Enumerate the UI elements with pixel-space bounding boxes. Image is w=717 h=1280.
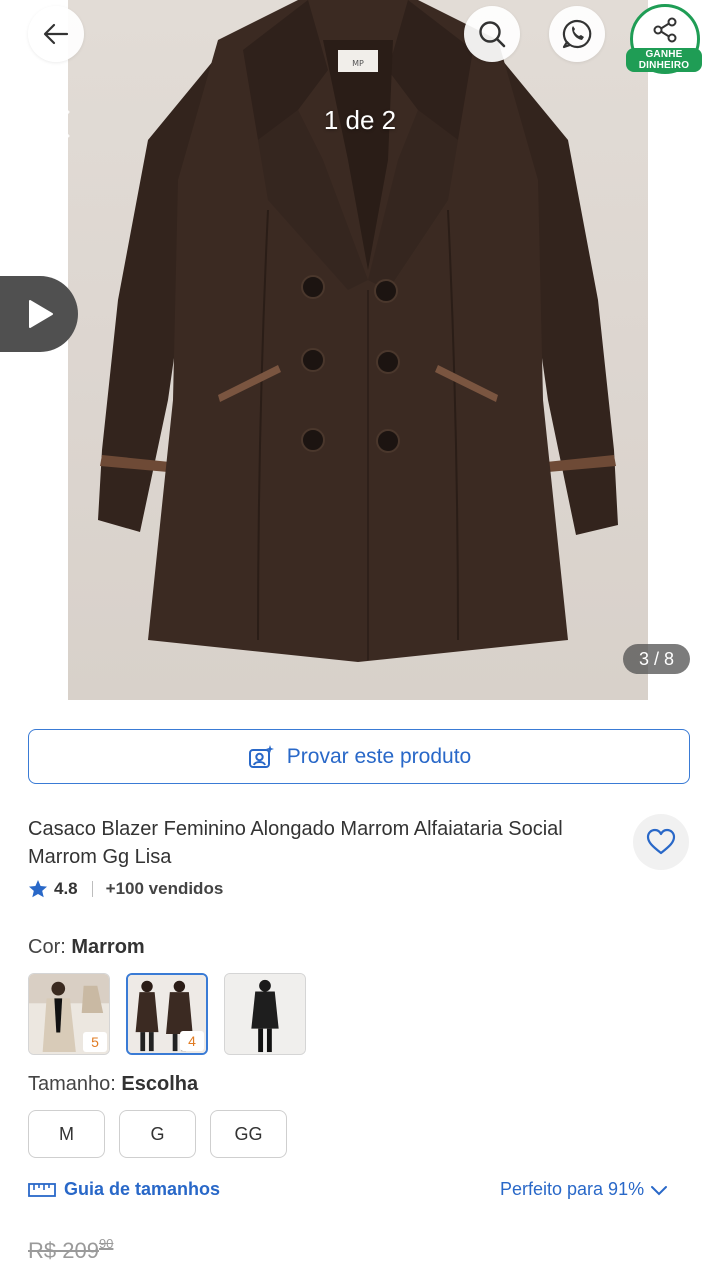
rating-row[interactable]: 4.8 +100 vendidos [28,879,223,899]
color-swatch-beige[interactable]: 5 [28,973,110,1055]
size-guide-label: Guia de tamanhos [64,1179,221,1199]
back-button[interactable] [28,6,84,62]
star-icon [29,880,47,898]
play-icon [29,300,53,328]
size-option-gg[interactable]: GG [210,1110,287,1158]
color-swatch-brown[interactable]: 4 [126,973,208,1055]
play-video-button[interactable] [0,276,78,352]
svg-text:MP: MP [352,59,364,68]
earn-money-badge[interactable]: GANHE DINHEIRO [626,48,702,72]
earn-badge-line2: DINHEIRO [638,60,690,71]
share-icon [653,17,677,43]
favorite-button[interactable] [633,814,689,870]
sold-count: +100 vendidos [105,879,224,898]
try-product-button[interactable]: Provar este produto [28,729,690,784]
image-counter: 1 de 2 [323,105,397,135]
size-label-prefix: Tamanho: [28,1073,116,1095]
size-guide-link[interactable]: Guia de tamanhos [28,1179,220,1200]
rating-score: 4.8 [54,879,78,898]
swatch-count: 5 [83,1032,107,1052]
close-icon[interactable] [36,104,76,144]
whatsapp-share-button[interactable] [549,6,605,62]
swatch-count: 4 [180,1031,204,1051]
search-button[interactable] [464,6,520,62]
product-image-gallery[interactable]: MP GANHE DINHEIRO 1 de 2 3 / 8 [0,0,717,700]
old-price: R$ 20990 [28,1236,113,1264]
old-price-cents: 90 [98,1236,114,1251]
old-price-main: R$ 209 [28,1238,99,1263]
heart-icon [646,828,676,855]
color-swatch-black[interactable] [224,973,306,1055]
product-title: Casaco Blazer Feminino Alongado Marrom A… [28,818,563,868]
search-icon [479,21,506,48]
camera-sparkle-icon [248,744,274,768]
back-arrow-icon [43,23,69,45]
size-option-g[interactable]: G [119,1110,196,1158]
color-label: Cor: Marrom [28,936,145,959]
color-selected-value: Marrom [71,936,145,958]
fit-info-label: Perfeito para 91% [500,1179,645,1199]
size-selected-value: Escolha [121,1073,199,1095]
fit-info-dropdown[interactable]: Perfeito para 91% [500,1179,668,1200]
chevron-down-icon [651,1185,668,1195]
ruler-icon [28,1182,56,1197]
size-label: Tamanho: Escolha [28,1073,198,1096]
whatsapp-icon [562,19,592,49]
color-label-prefix: Cor: [28,936,66,958]
earn-badge-line1: GANHE [645,49,683,60]
size-option-m[interactable]: M [28,1110,105,1158]
try-product-label: Provar este produto [286,744,472,768]
swatch-image-black [225,974,305,1054]
rating-divider [91,881,93,897]
image-pager: 3 / 8 [623,644,690,674]
